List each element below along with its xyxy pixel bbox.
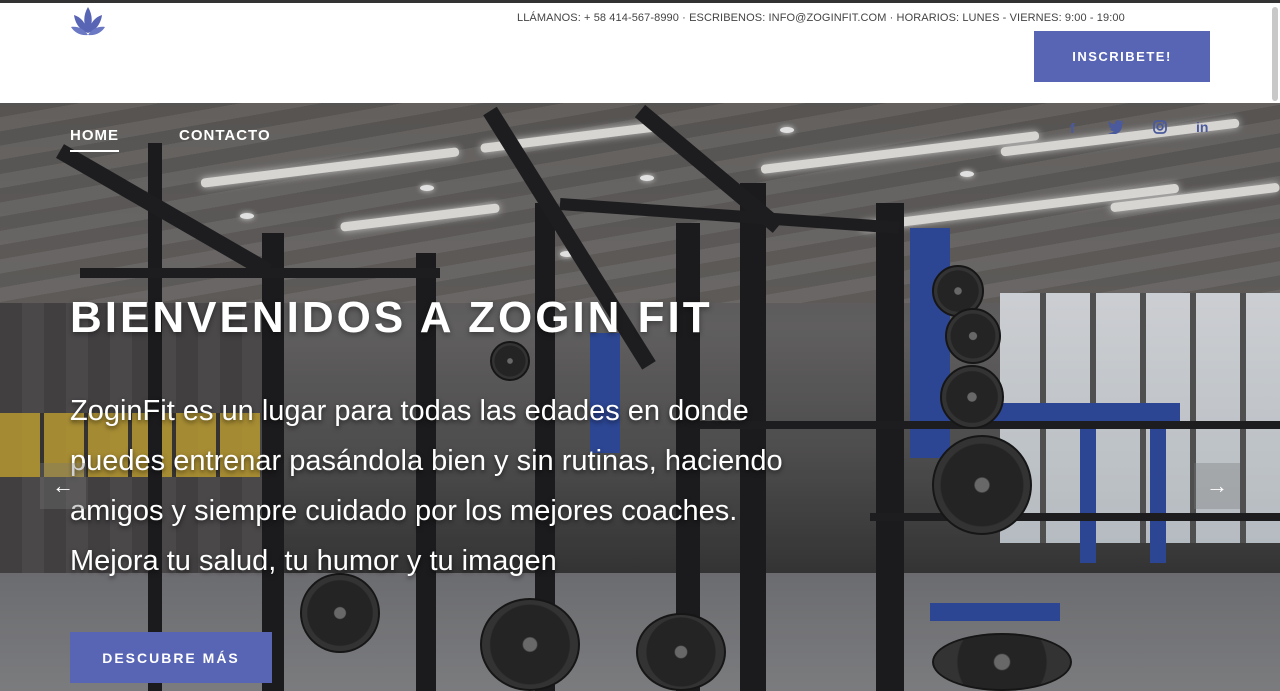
descubre-mas-button[interactable]: DESCUBRE MÁS — [70, 632, 272, 683]
facebook-icon[interactable]: f — [1070, 120, 1075, 136]
slider-next-arrow-icon[interactable]: → — [1194, 463, 1240, 509]
inscribete-button[interactable]: INSCRIBETE! — [1034, 31, 1210, 82]
top-header: LLÁMANOS: + 58 414-567-8990 · ESCRIBENOS… — [0, 0, 1280, 103]
main-nav: HOME CONTACTO — [70, 127, 271, 152]
instagram-icon[interactable] — [1153, 120, 1167, 137]
lotus-icon[interactable] — [68, 3, 108, 41]
linkedin-icon[interactable]: in — [1196, 119, 1208, 135]
scrollbar[interactable] — [1272, 7, 1278, 101]
hero-description: ZoginFit es un lugar para todas las edad… — [70, 395, 783, 577]
hero-title: BIENVENIDOS A ZOGIN FIT — [70, 293, 713, 342]
nav-home[interactable]: HOME — [70, 127, 119, 152]
contact-info-line: LLÁMANOS: + 58 414-567-8990 · ESCRIBENOS… — [517, 12, 1125, 24]
nav-contacto[interactable]: CONTACTO — [179, 127, 271, 152]
slider-prev-arrow-icon[interactable]: ← — [40, 463, 86, 509]
twitter-icon[interactable] — [1108, 120, 1124, 137]
hero-slider: HOME CONTACTO f in BIENVENIDOS A ZOGIN F… — [0, 103, 1280, 691]
